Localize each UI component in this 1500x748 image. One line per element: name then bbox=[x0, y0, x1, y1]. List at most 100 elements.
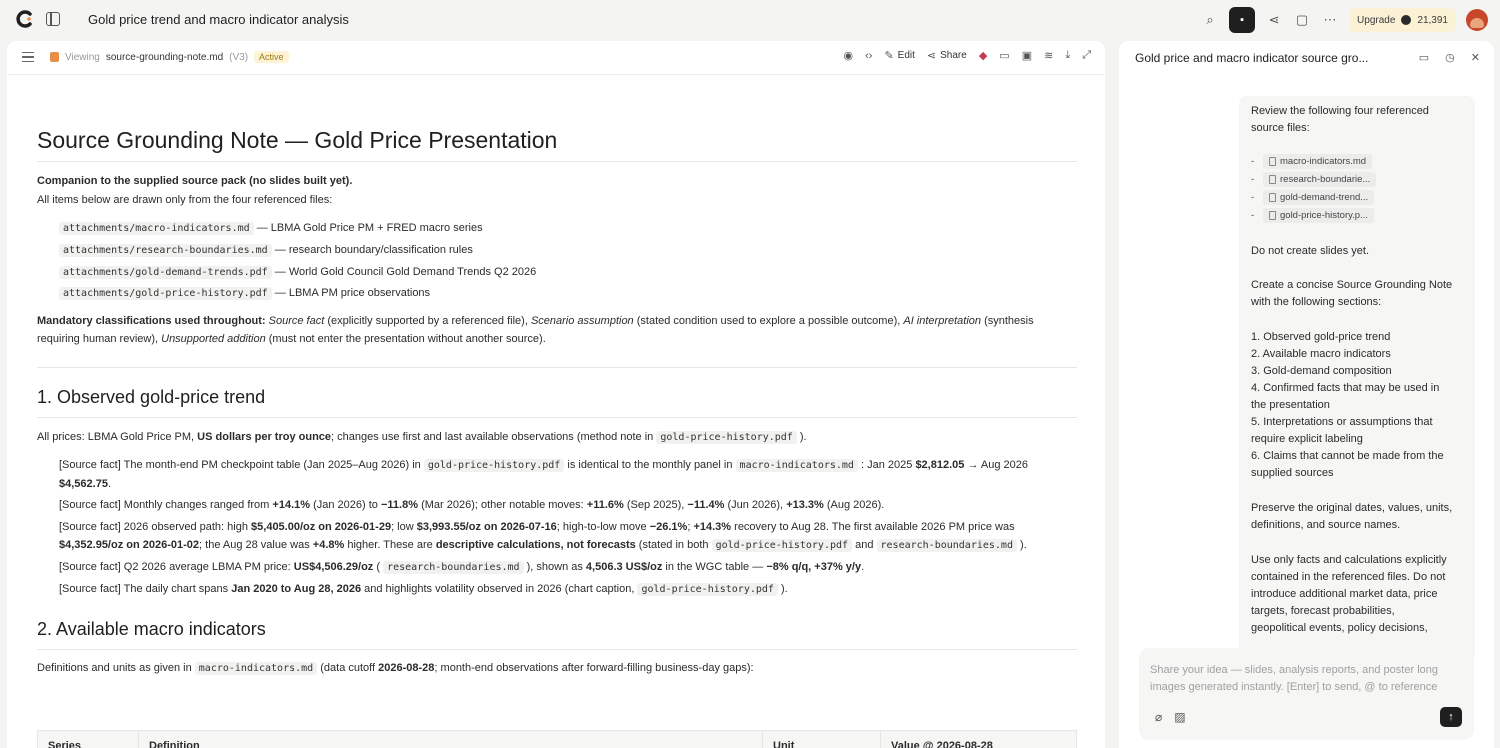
share-icon[interactable]: ⋖ bbox=[1265, 11, 1283, 29]
more-icon[interactable]: ⋯ bbox=[1321, 11, 1339, 29]
file-chip-price-history[interactable]: - gold-price-history.p... bbox=[1251, 207, 1374, 224]
attach-icon[interactable]: ⌀ bbox=[1155, 710, 1162, 724]
send-button[interactable]: ↑ bbox=[1440, 707, 1462, 727]
history-icon[interactable]: ◷ bbox=[1445, 51, 1455, 64]
divider bbox=[37, 417, 1077, 418]
credits-count: 21,391 bbox=[1417, 14, 1448, 26]
document-panel: Viewing source-grounding-note.md (V3) Ac… bbox=[7, 41, 1105, 748]
file-icon bbox=[1269, 211, 1276, 220]
preview-icon[interactable]: ◉ bbox=[844, 49, 854, 62]
expand-icon[interactable]: ⤢ bbox=[1082, 49, 1091, 62]
divider bbox=[37, 161, 1077, 162]
share-icon: ⋖ bbox=[926, 50, 937, 62]
code-icon[interactable]: ‹› bbox=[865, 50, 872, 62]
list-item: [Source fact] Q2 2026 average LBMA PM pr… bbox=[59, 561, 865, 574]
upgrade-label: Upgrade bbox=[1357, 14, 1396, 26]
close-icon[interactable]: ✕ bbox=[1471, 51, 1480, 64]
mandatory-classifications: Mandatory classifications used throughou… bbox=[37, 315, 1034, 345]
message-line: supplied sources bbox=[1251, 467, 1334, 479]
credits-icon bbox=[1401, 15, 1412, 25]
list-item: [Source fact] The month-end PM checkpoin… bbox=[59, 459, 1028, 490]
file-icon bbox=[1269, 193, 1276, 202]
image-icon[interactable]: ▨ bbox=[1174, 710, 1185, 724]
list-item: [Source fact] Monthly changes ranged fro… bbox=[59, 499, 885, 511]
search-icon[interactable]: ⌕ bbox=[1201, 11, 1219, 29]
user-message: Review the following four referenced sou… bbox=[1239, 96, 1475, 656]
share-button[interactable]: ⋖ Share bbox=[927, 49, 967, 62]
file-icon bbox=[1269, 175, 1276, 184]
chat-toggle-icon[interactable]: ▪ bbox=[1229, 7, 1256, 33]
list-item: attachments/research-boundaries.md — res… bbox=[59, 241, 1077, 260]
file-chip-research[interactable]: - research-boundarie... bbox=[1251, 171, 1377, 188]
status-badge: Active bbox=[254, 51, 289, 63]
section-heading-2: 2. Available macro indicators bbox=[37, 619, 266, 639]
list-item: attachments/gold-demand-trends.pdf — Wor… bbox=[59, 263, 1077, 282]
message-line: definitions, and source names. bbox=[1251, 519, 1401, 531]
list-item: [Source fact] The daily chart spans Jan … bbox=[59, 583, 788, 596]
message-line: the presentation bbox=[1251, 399, 1330, 411]
download-icon[interactable]: ⤓ bbox=[1065, 49, 1070, 62]
divider bbox=[37, 649, 1077, 650]
file-icon bbox=[50, 52, 59, 62]
comment-icon[interactable]: ▭ bbox=[999, 49, 1009, 62]
file-chip-demand[interactable]: - gold-demand-trend... bbox=[1251, 189, 1375, 206]
column-header-value: Value @ 2026-08-28 bbox=[880, 730, 1077, 748]
table-header-row: Series Definition Unit Value @ 2026-08-2… bbox=[37, 730, 1077, 748]
shield-icon[interactable]: ◆ bbox=[979, 49, 987, 62]
file-chip-macro[interactable]: - macro-indicators.md bbox=[1251, 153, 1373, 170]
section-heading-1: 1. Observed gold-price trend bbox=[37, 387, 266, 407]
divider bbox=[37, 367, 1077, 368]
message-line: 3. Gold-demand composition bbox=[1251, 365, 1392, 377]
top-bar: Gold price trend and macro indicator ana… bbox=[0, 0, 1500, 40]
message-line: Do not create slides yet. bbox=[1251, 245, 1370, 257]
new-chat-icon[interactable]: ▭ bbox=[1419, 51, 1429, 64]
layers-icon[interactable]: ≋ bbox=[1044, 49, 1053, 62]
message-line: targets, forecast probabilities, bbox=[1251, 605, 1395, 617]
sidebar-toggle-icon[interactable] bbox=[46, 12, 60, 26]
column-header-definition: Definition bbox=[138, 730, 763, 748]
message-line: 4. Confirmed facts that may be used in bbox=[1251, 382, 1440, 394]
arrow-up-icon: ↑ bbox=[1448, 711, 1454, 723]
companion-line: Companion to the supplied source pack (n… bbox=[37, 175, 353, 187]
outline-icon[interactable] bbox=[22, 52, 34, 62]
chat-input[interactable]: Share your idea — slides, analysis repor… bbox=[1139, 648, 1474, 740]
edit-label: Edit bbox=[897, 50, 915, 61]
list-item: attachments/gold-price-history.pdf — LBM… bbox=[59, 284, 1077, 303]
message-line: 6. Claims that cannot be made from the bbox=[1251, 450, 1444, 462]
file-name: source-grounding-note.md bbox=[105, 51, 224, 63]
message-line: source files: bbox=[1251, 122, 1310, 134]
message-line: contained in the referenced files. Do no… bbox=[1251, 571, 1446, 583]
message-line: Preserve the original dates, values, uni… bbox=[1251, 502, 1453, 514]
message-line: 2. Available macro indicators bbox=[1251, 348, 1391, 360]
section-2-intro: Definitions and units as given in macro-… bbox=[37, 662, 754, 675]
list-item: [Source fact] 2026 observed path: high $… bbox=[59, 521, 1027, 552]
pencil-icon: ✎ bbox=[884, 50, 894, 62]
macro-indicators-table: Series Definition Unit Value @ 2026-08-2… bbox=[37, 730, 1077, 748]
file-icon bbox=[1269, 157, 1276, 166]
message-line: introduce additional market data, price bbox=[1251, 588, 1438, 600]
message-line: Create a concise Source Grounding Note bbox=[1251, 279, 1453, 291]
viewing-label: Viewing bbox=[65, 51, 100, 63]
column-header-series: Series bbox=[37, 730, 139, 748]
chat-panel: Gold price and macro indicator source gr… bbox=[1119, 41, 1494, 748]
history-icon[interactable]: ▣ bbox=[1022, 49, 1032, 62]
section-1-intro: All prices: LBMA Gold Price PM, US dolla… bbox=[37, 431, 807, 444]
chat-input-placeholder: Share your idea — slides, analysis repor… bbox=[1150, 664, 1438, 693]
message-line: require explicit labeling bbox=[1251, 433, 1363, 445]
bookmark-icon[interactable]: ▢ bbox=[1293, 11, 1311, 29]
intro-line: All items below are drawn only from the … bbox=[37, 194, 333, 206]
document-toolbar: Viewing source-grounding-note.md (V3) Ac… bbox=[7, 41, 1105, 75]
list-item: attachments/macro-indicators.md — LBMA G… bbox=[59, 219, 1077, 238]
page-title: Gold price trend and macro indicator ana… bbox=[88, 12, 349, 27]
chat-title: Gold price and macro indicator source gr… bbox=[1135, 51, 1369, 65]
message-line: with the following sections: bbox=[1251, 296, 1382, 308]
message-line: Use only facts and calculations explicit… bbox=[1251, 554, 1447, 566]
file-version: (V3) bbox=[229, 51, 249, 63]
top-actions: ⌕ ▪ ⋖ ▢ ⋯ Upgrade 21,391 bbox=[1201, 7, 1488, 33]
edit-button[interactable]: ✎ Edit bbox=[884, 49, 914, 62]
message-line: 5. Interpretations or assumptions that bbox=[1251, 416, 1433, 428]
avatar[interactable] bbox=[1466, 9, 1488, 31]
document-title: Source Grounding Note — Gold Price Prese… bbox=[37, 127, 558, 153]
upgrade-button[interactable]: Upgrade 21,391 bbox=[1349, 8, 1456, 32]
app-logo-icon[interactable] bbox=[16, 10, 34, 28]
